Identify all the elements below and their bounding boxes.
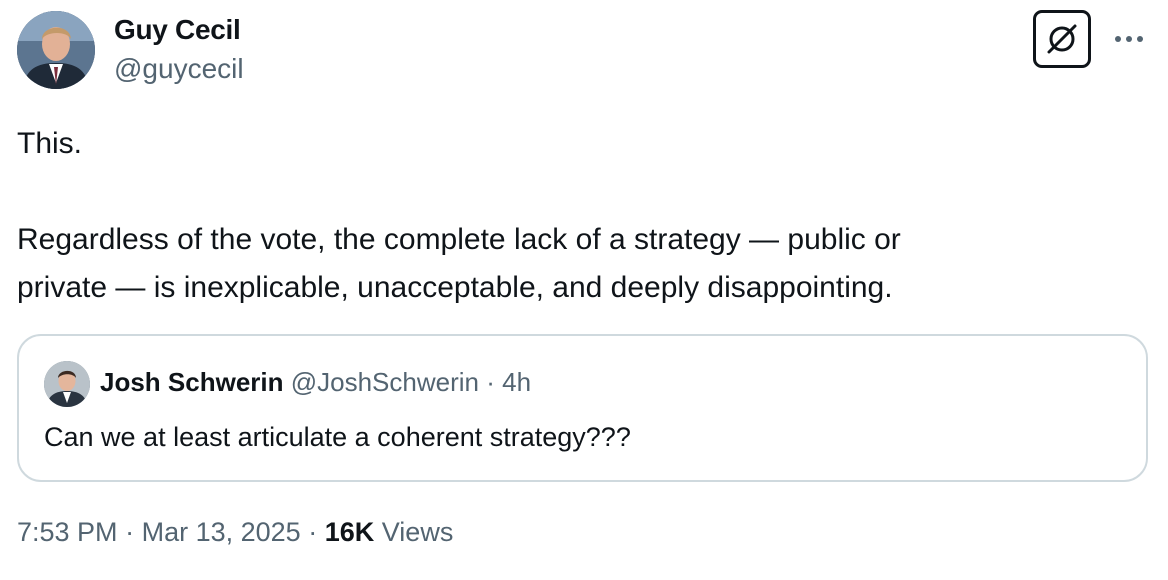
quote-author-handle[interactable]: @JoshSchwerin	[291, 367, 479, 397]
quote-time[interactable]: 4h	[502, 367, 531, 397]
tweet-text-body: Regardless of the vote, the complete lac…	[17, 223, 901, 304]
quote-author-name[interactable]: Josh Schwerin	[100, 367, 284, 397]
tweet-text: This. Regardless of the vote, the comple…	[17, 120, 1137, 312]
tweet-card: Guy Cecil @guycecil This. Regardless of …	[0, 0, 1168, 580]
tweet-time[interactable]: 7:53 PM	[17, 517, 118, 547]
author-avatar-image	[17, 11, 95, 89]
tweet-date[interactable]: Mar 13, 2025	[142, 517, 301, 547]
author-handle[interactable]: @guycecil	[114, 53, 244, 85]
quoted-tweet-card[interactable]: Josh Schwerin @JoshSchwerin · 4h Can we …	[17, 334, 1148, 482]
quote-text: Can we at least articulate a coherent st…	[44, 422, 631, 452]
meta-separator-1: ·	[125, 517, 135, 547]
more-options-button[interactable]	[1109, 24, 1149, 54]
quote-header: Josh Schwerin @JoshSchwerin · 4h	[100, 367, 531, 398]
views-count: 16K	[324, 517, 375, 547]
quote-author-avatar[interactable]	[44, 361, 90, 407]
tweet-meta: 7:53 PM · Mar 13, 2025 · 16K Views	[17, 517, 453, 548]
views-label: Views	[381, 517, 454, 547]
meta-separator-2: ·	[308, 517, 318, 547]
quote-separator: ·	[486, 367, 495, 397]
author-name[interactable]: Guy Cecil	[114, 14, 241, 46]
more-horizontal-icon	[1115, 36, 1143, 42]
quote-author-avatar-image	[44, 361, 90, 407]
grok-slash-icon	[1047, 24, 1077, 54]
author-avatar[interactable]	[17, 11, 95, 89]
tweet-text-line1: This.	[17, 127, 83, 160]
grok-button[interactable]	[1033, 10, 1091, 68]
